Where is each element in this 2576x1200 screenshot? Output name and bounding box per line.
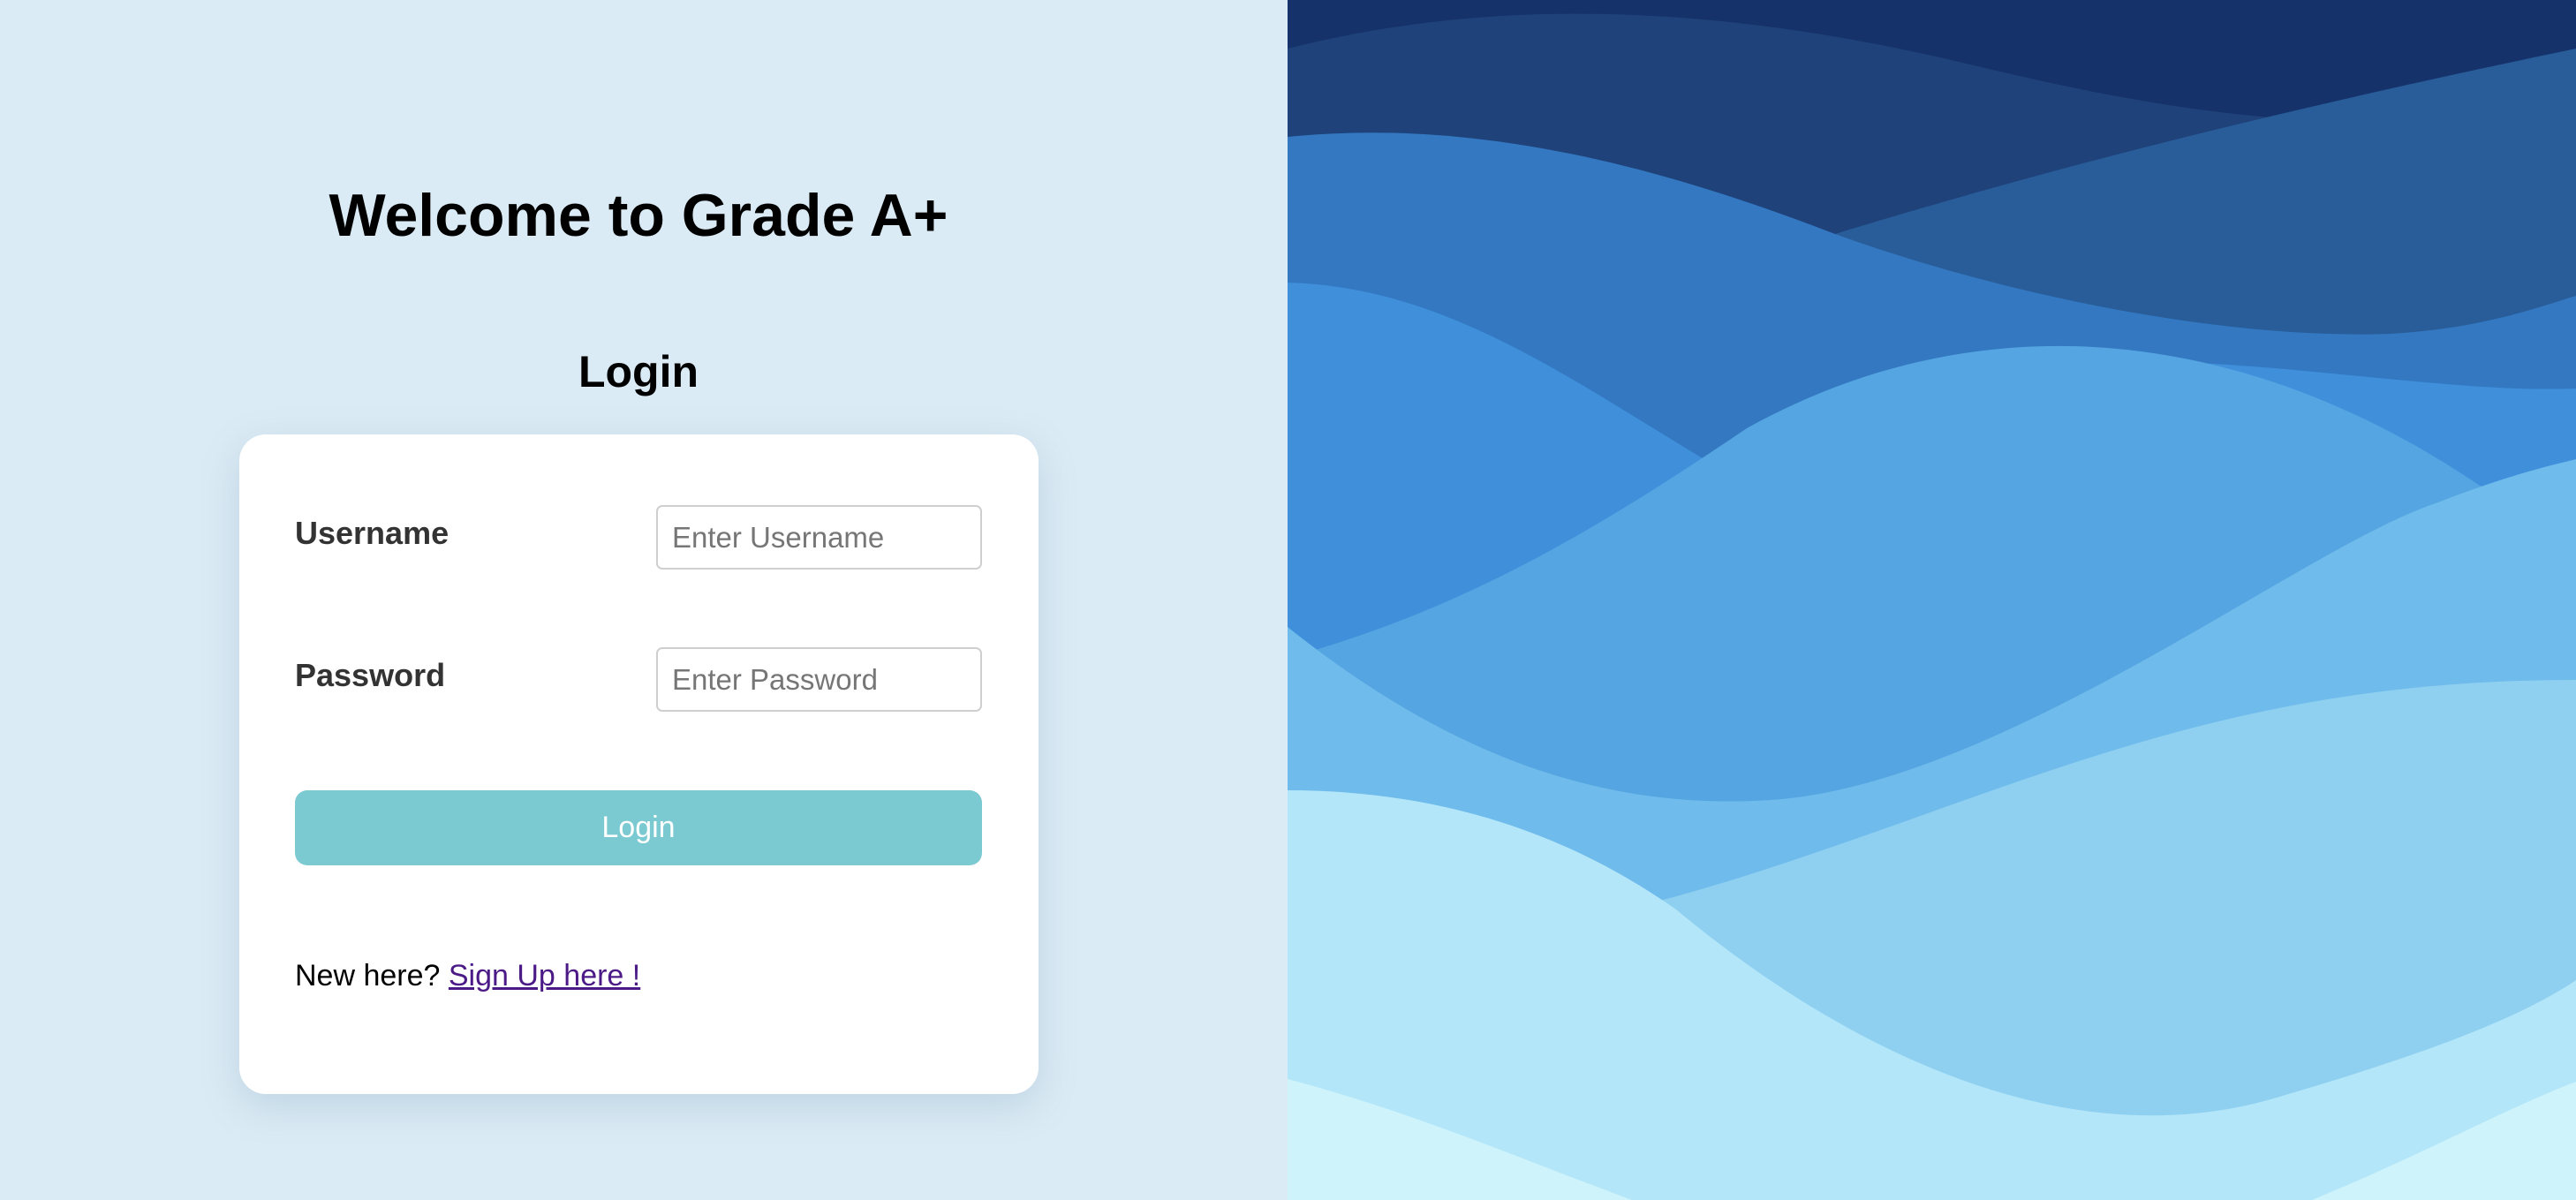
signup-link[interactable]: Sign Up here ! xyxy=(449,959,640,992)
login-button[interactable]: Login xyxy=(295,790,982,865)
login-heading: Login xyxy=(578,347,699,396)
password-input[interactable] xyxy=(656,647,982,712)
username-label: Username xyxy=(295,515,449,551)
username-input[interactable] xyxy=(656,505,982,570)
login-card: Username Password Login New here? Sign U… xyxy=(239,434,1039,1094)
login-page: Welcome to Grade A+ Login Username Passw… xyxy=(0,0,2576,1200)
wave-illustration xyxy=(1288,0,2576,1200)
signup-row: New here? Sign Up here ! xyxy=(295,959,640,993)
wave-illustration-panel xyxy=(1288,0,2576,1200)
password-label: Password xyxy=(295,657,446,693)
left-panel: Welcome to Grade A+ Login Username Passw… xyxy=(0,0,1288,1200)
signup-prompt: New here? xyxy=(295,959,441,992)
welcome-title: Welcome to Grade A+ xyxy=(329,182,948,249)
